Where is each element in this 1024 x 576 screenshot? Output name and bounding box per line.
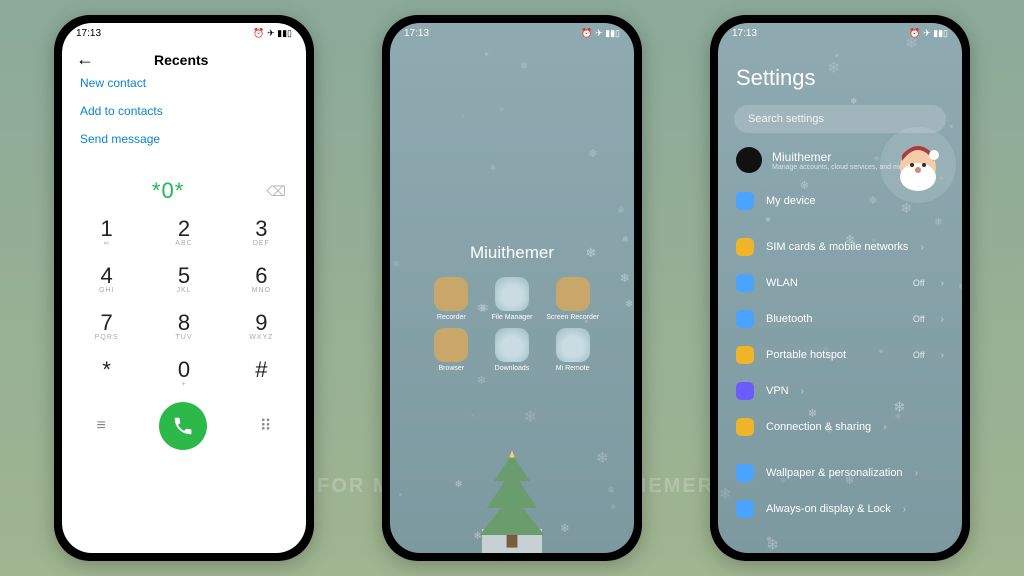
dialpad-icon[interactable]: ⠿	[260, 416, 272, 436]
phone-home: ❄❄❄❄❄❄❄❄❄❄❄❄❄❄❄❄❄❄❄❄❄❄❄❄❄❄ 17:13 ⏰ ✈ ▮▮▯…	[382, 15, 642, 561]
setting-my-device[interactable]: My device	[718, 183, 962, 219]
key-3[interactable]: 3DEF	[223, 208, 300, 253]
app-browser[interactable]: Browser	[424, 328, 479, 373]
setting-bluetooth[interactable]: BluetoothOff›	[718, 301, 962, 337]
phone-dialer: 17:13 ⏰ ✈ ▮▮▯ ← Recents New contact Add …	[54, 15, 314, 561]
status-time: 17:13	[404, 28, 429, 39]
link-add-contacts[interactable]: Add to contacts	[80, 104, 288, 118]
setting-wallpaper-personalization[interactable]: Wallpaper & personalization›	[718, 455, 962, 491]
status-icons: ⏰ ✈ ▮▮▯	[253, 28, 292, 39]
status-icons: ⏰ ✈ ▮▮▯	[581, 28, 620, 39]
status-time: 17:13	[76, 28, 101, 39]
setting-vpn[interactable]: VPN›	[718, 373, 962, 409]
tree-deco	[467, 445, 557, 553]
settings-list: My device SIM cards & mobile networks›WLA…	[718, 181, 962, 527]
key-2[interactable]: 2ABC	[145, 208, 222, 253]
app-downloads[interactable]: Downloads	[485, 328, 540, 373]
app-recorder[interactable]: Recorder	[424, 277, 479, 322]
setting-portable-hotspot[interactable]: Portable hotspotOff›	[718, 337, 962, 373]
setting-connection-sharing[interactable]: Connection & sharing›	[718, 409, 962, 445]
key-*[interactable]: *	[68, 349, 145, 394]
phone-settings: ❄❄❄❄❄❄❄❄❄❄❄❄❄❄❄❄❄❄❄❄❄❄❄❄❄❄ 17:13 ⏰ ✈ ▮▮▯…	[710, 15, 970, 561]
status-icons: ⏰ ✈ ▮▮▯	[909, 28, 948, 39]
keypad: 1∞2ABC3DEF 4GHI5JKL6MNO 7PQRS8TUV9WXYZ *0+#	[62, 208, 306, 394]
app-file-manager[interactable]: File Manager	[485, 277, 540, 322]
key-6[interactable]: 6MNO	[223, 255, 300, 300]
page-title: Settings	[718, 43, 962, 101]
status-bar: 17:13 ⏰ ✈ ▮▮▯	[62, 23, 306, 43]
key-1[interactable]: 1∞	[68, 208, 145, 253]
avatar	[736, 147, 762, 173]
status-bar: 17:13 ⏰ ✈ ▮▮▯	[718, 23, 962, 43]
setting-always-on-display-lock[interactable]: Always-on display & Lock›	[718, 491, 962, 527]
menu-icon[interactable]: ≡	[96, 417, 105, 435]
link-send-message[interactable]: Send message	[80, 132, 288, 146]
status-bar: 17:13 ⏰ ✈ ▮▮▯	[390, 23, 634, 43]
call-button[interactable]	[159, 402, 207, 450]
key-5[interactable]: 5JKL	[145, 255, 222, 300]
link-new-contact[interactable]: New contact	[80, 76, 288, 90]
key-0[interactable]: 0+	[145, 349, 222, 394]
status-time: 17:13	[732, 28, 757, 39]
app-screen-recorder[interactable]: Screen Recorder	[545, 277, 600, 322]
page-title: Recents	[154, 52, 208, 68]
home-folder-title: Miuithemer	[390, 243, 634, 263]
key-4[interactable]: 4GHI	[68, 255, 145, 300]
backspace-icon[interactable]: ⌫	[266, 183, 286, 200]
back-icon[interactable]: ←	[76, 49, 94, 70]
dialed-number: *0*	[152, 178, 184, 204]
key-#[interactable]: #	[223, 349, 300, 394]
app-grid: RecorderFile ManagerScreen Recorder Brows…	[390, 263, 634, 372]
key-7[interactable]: 7PQRS	[68, 302, 145, 347]
app-mi-remote[interactable]: Mi Remote	[545, 328, 600, 373]
setting-sim-cards-mobile-networks[interactable]: SIM cards & mobile networks›	[718, 229, 962, 265]
action-links: New contact Add to contacts Send message	[62, 74, 306, 148]
key-9[interactable]: 9WXYZ	[223, 302, 300, 347]
key-8[interactable]: 8TUV	[145, 302, 222, 347]
setting-wlan[interactable]: WLANOff›	[718, 265, 962, 301]
